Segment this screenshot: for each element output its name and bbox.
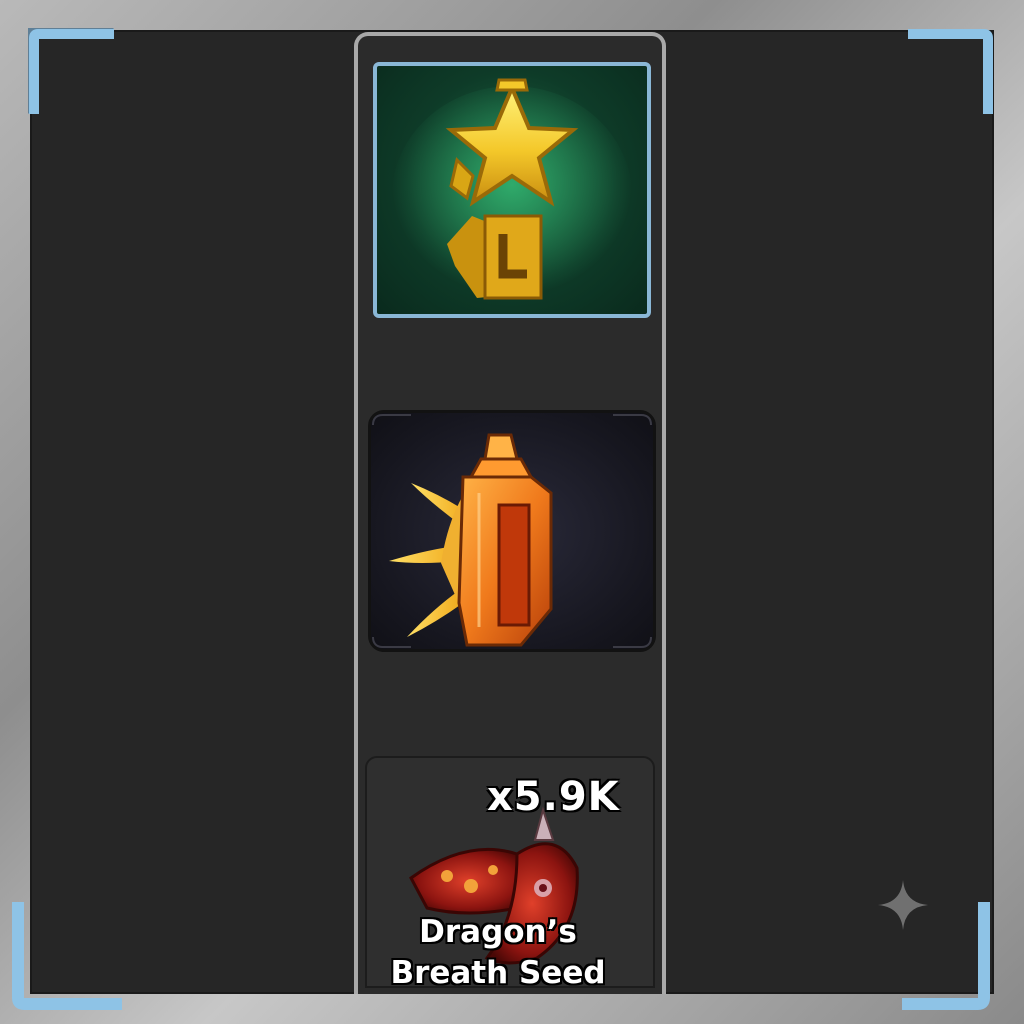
orange-crystal-claw-icon: [372, 414, 652, 648]
corner-bracket-top-left: [28, 28, 114, 114]
item-name-line-1: Dragon’s: [419, 914, 577, 950]
golden-star-trophy-icon: [392, 78, 632, 306]
sparkle-icon: [878, 880, 928, 930]
inventory-slot-1[interactable]: [373, 62, 651, 318]
corner-bracket-top-right: [908, 28, 994, 114]
item-quantity: x5.9K: [487, 774, 620, 820]
inventory-slot-2[interactable]: [368, 410, 656, 652]
item-name-line-2: Breath Seed: [390, 955, 606, 988]
corner-bracket-bottom-left: [10, 902, 122, 1010]
item-name-label: Dragon’s Breath Seed: [367, 912, 629, 988]
inventory-slot-3[interactable]: x5.9K Dragon’s Breath Seed: [365, 756, 655, 988]
